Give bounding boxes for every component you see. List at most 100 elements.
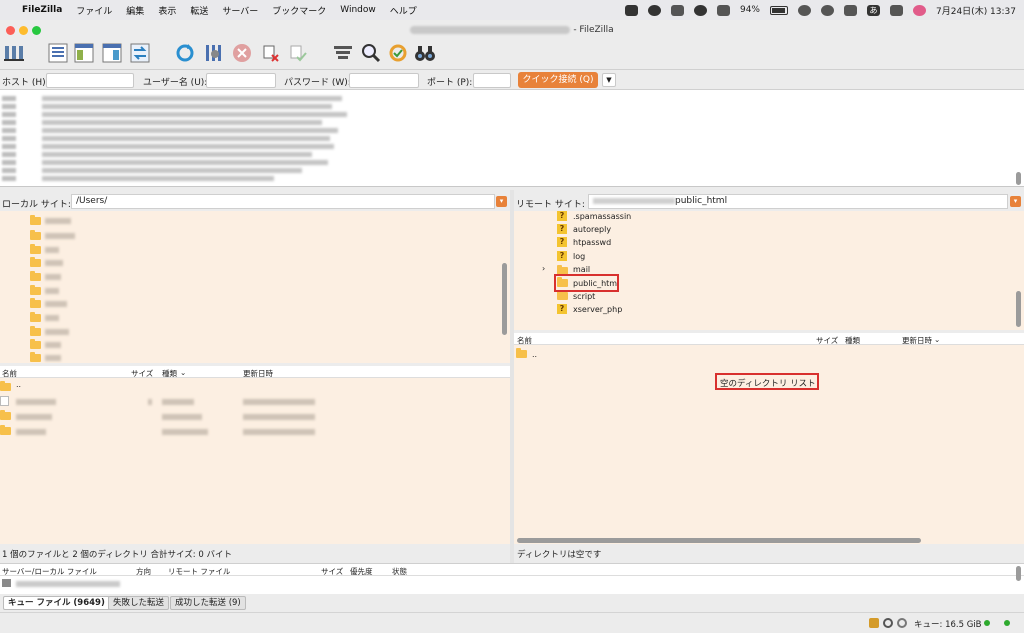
col-type[interactable]: 種類 bbox=[162, 368, 177, 379]
local-path-input[interactable]: /Users/ bbox=[71, 194, 495, 209]
toggle-log-icon[interactable] bbox=[47, 42, 69, 64]
tree-item[interactable] bbox=[16, 351, 61, 363]
tree-item-autoreply[interactable]: ? autoreply bbox=[557, 224, 611, 237]
col-size[interactable]: サイズ bbox=[131, 368, 153, 379]
hat-icon[interactable] bbox=[693, 4, 707, 16]
cancel-icon[interactable] bbox=[231, 42, 253, 64]
toggle-remote-tree-icon[interactable] bbox=[101, 42, 123, 64]
tree-item-xserver-php[interactable]: ? xserver_php bbox=[557, 304, 622, 317]
col-modified[interactable]: 更新日時 bbox=[902, 335, 932, 346]
refresh-icon[interactable] bbox=[174, 42, 196, 64]
list-item[interactable] bbox=[0, 424, 510, 439]
tree-item-spamassassin[interactable]: ? .spamassassin bbox=[557, 211, 631, 224]
sort-chevron-icon[interactable]: ⌄ bbox=[180, 368, 186, 377]
menu-transfer[interactable]: 転送 bbox=[190, 4, 208, 17]
tree-item-log[interactable]: ? log bbox=[557, 251, 585, 264]
tree-item[interactable] bbox=[16, 325, 69, 340]
menu-view[interactable]: 表示 bbox=[158, 4, 176, 17]
password-label: パスワード (W): bbox=[284, 78, 351, 88]
reconnect-icon[interactable] bbox=[287, 42, 309, 64]
port-input[interactable] bbox=[473, 73, 511, 88]
list-item-parent[interactable]: .. bbox=[0, 380, 21, 395]
sort-chevron-icon[interactable]: ⌄ bbox=[934, 335, 940, 344]
process-queue-icon[interactable] bbox=[203, 42, 225, 64]
battery-icon[interactable] bbox=[770, 5, 788, 15]
clock[interactable]: 7月24日(木) 13:37 bbox=[936, 4, 1016, 17]
sync-browse-icon[interactable] bbox=[387, 42, 409, 64]
col-name[interactable]: 名前 bbox=[517, 335, 532, 346]
remote-path-input[interactable]: public_html bbox=[588, 194, 1008, 209]
col-status[interactable]: 状態 bbox=[392, 566, 407, 577]
remote-list-hscrollbar[interactable] bbox=[517, 538, 921, 543]
col-server-local[interactable]: サーバー/ローカル ファイル bbox=[2, 566, 97, 577]
tree-item[interactable] bbox=[16, 270, 61, 285]
tab-failed-transfers[interactable]: 失敗した転送 bbox=[108, 596, 170, 610]
list-item-parent[interactable]: .. bbox=[516, 347, 537, 362]
tree-item[interactable] bbox=[16, 229, 75, 244]
col-size[interactable]: サイズ bbox=[816, 335, 838, 346]
binoculars-icon[interactable] bbox=[414, 42, 436, 64]
line-icon[interactable] bbox=[624, 4, 638, 16]
toggle-queue-icon[interactable] bbox=[129, 42, 151, 64]
menu-window[interactable]: Window bbox=[340, 5, 376, 15]
local-tree-scrollbar[interactable] bbox=[502, 263, 507, 335]
control-center-icon[interactable] bbox=[844, 4, 857, 16]
username-input[interactable] bbox=[206, 73, 276, 88]
queue-size: キュー: 16.5 GiB bbox=[914, 620, 982, 630]
list-item[interactable] bbox=[0, 409, 510, 424]
input-method-icon[interactable]: あ bbox=[867, 4, 880, 16]
quickconnect-dropdown[interactable]: ▼ bbox=[602, 73, 616, 87]
chevron-right-icon[interactable]: › bbox=[542, 264, 545, 273]
toggle-local-tree-icon[interactable] bbox=[73, 42, 95, 64]
local-site-bar: ローカル サイト: /Users/ ▾ bbox=[0, 193, 510, 210]
site-manager-icon[interactable] bbox=[3, 42, 25, 64]
col-direction[interactable]: 方向 bbox=[136, 566, 151, 577]
log-scrollbar[interactable] bbox=[1016, 172, 1021, 185]
tree-item[interactable] bbox=[16, 214, 71, 229]
col-name[interactable]: 名前 bbox=[2, 368, 17, 379]
quickconnect-button[interactable]: クイック接続 (Q) bbox=[518, 72, 598, 88]
creative-cloud-icon[interactable] bbox=[647, 4, 661, 16]
queue-scrollbar[interactable] bbox=[1016, 566, 1021, 581]
user-icon[interactable] bbox=[890, 4, 903, 16]
menu-bookmarks[interactable]: ブックマーク bbox=[272, 4, 326, 17]
gear-icon[interactable] bbox=[883, 618, 893, 628]
clipboard-icon[interactable] bbox=[670, 4, 684, 16]
tree-item[interactable] bbox=[16, 311, 59, 326]
directory-filter-icon[interactable] bbox=[332, 42, 354, 64]
tree-item[interactable] bbox=[16, 256, 63, 271]
local-path-dropdown[interactable]: ▾ bbox=[496, 196, 507, 207]
disconnect-icon[interactable] bbox=[260, 42, 282, 64]
app-menu[interactable]: FileZilla bbox=[22, 5, 62, 15]
tab-queued-files[interactable]: キュー ファイル (9649) bbox=[3, 596, 110, 610]
password-input[interactable] bbox=[349, 73, 419, 88]
tree-item[interactable] bbox=[16, 338, 61, 353]
tree-item-htpasswd[interactable]: ? htpasswd bbox=[557, 237, 611, 250]
host-input[interactable] bbox=[46, 73, 134, 88]
list-item[interactable] bbox=[0, 396, 510, 409]
search-files-icon[interactable] bbox=[360, 42, 382, 64]
col-modified[interactable]: 更新日時 bbox=[243, 368, 273, 379]
siri-icon[interactable] bbox=[913, 4, 926, 16]
menu-server[interactable]: サーバー bbox=[222, 4, 258, 17]
col-priority[interactable]: 優先度 bbox=[350, 566, 373, 577]
col-remote-file[interactable]: リモート ファイル bbox=[168, 566, 230, 577]
display-icon[interactable] bbox=[716, 4, 730, 16]
remote-path-dropdown[interactable]: ▾ bbox=[1010, 196, 1021, 207]
tree-item[interactable] bbox=[16, 297, 67, 312]
queue-item[interactable] bbox=[2, 579, 120, 592]
menu-file[interactable]: ファイル bbox=[76, 4, 112, 17]
wifi-icon[interactable] bbox=[798, 4, 811, 16]
menu-help[interactable]: ヘルプ bbox=[390, 4, 417, 17]
search-icon[interactable] bbox=[821, 4, 834, 16]
tree-item[interactable] bbox=[16, 284, 59, 299]
tree-item-script[interactable]: script bbox=[557, 289, 595, 304]
pane-splitter[interactable] bbox=[510, 190, 514, 563]
menu-edit[interactable]: 編集 bbox=[126, 4, 144, 17]
remote-tree-scrollbar[interactable] bbox=[1016, 291, 1021, 327]
tree-item[interactable] bbox=[16, 243, 59, 258]
tab-successful-transfers[interactable]: 成功した転送 (9) bbox=[170, 596, 246, 610]
speed-limit-icon[interactable] bbox=[897, 618, 907, 628]
col-size[interactable]: サイズ bbox=[321, 566, 343, 577]
col-type[interactable]: 種類 bbox=[845, 335, 860, 346]
